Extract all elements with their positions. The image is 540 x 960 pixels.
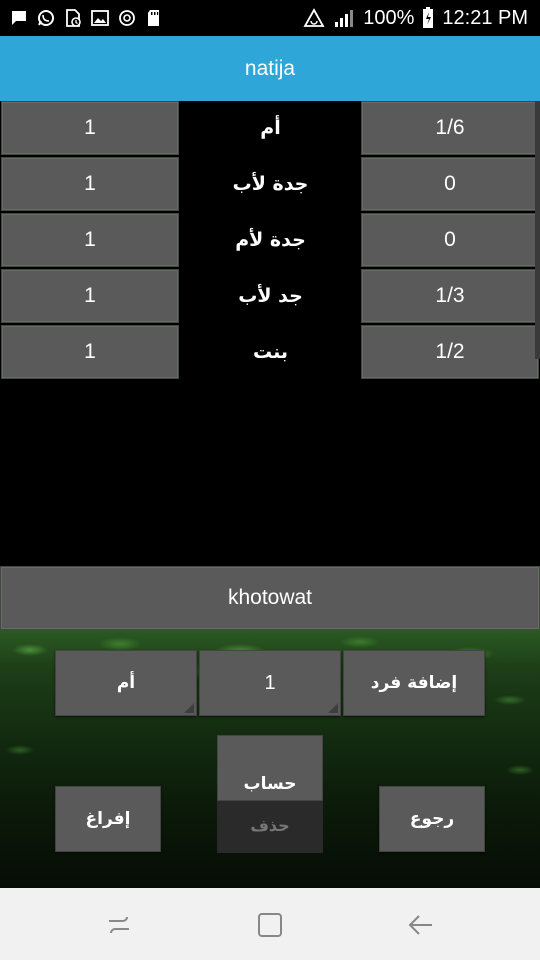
result-row: 1 جدة لأب 0 (0, 157, 540, 211)
title-bar: natija (0, 36, 540, 101)
delete-label: حذف (250, 815, 290, 835)
sd-card-icon (145, 9, 163, 27)
heir-name-label: جد لأب (238, 285, 303, 307)
status-bar-notifications (10, 6, 163, 30)
recent-apps-icon[interactable] (99, 910, 139, 940)
result-row: 1 بنت 1/2 (0, 325, 540, 379)
add-member-button[interactable]: إضافة فرد (343, 650, 485, 716)
scrollbar[interactable] (535, 101, 540, 359)
count-cell[interactable]: 1 (1, 157, 179, 211)
back-button[interactable]: رجوع (379, 786, 485, 852)
count-select[interactable]: 1 (199, 650, 341, 716)
steps-button[interactable]: khotowat (0, 566, 540, 630)
count-cell[interactable]: 1 (1, 101, 179, 155)
heir-name-label: بنت (252, 341, 288, 363)
heir-name-label: أم (260, 117, 281, 139)
home-icon[interactable] (250, 910, 290, 940)
calc-delete-group: حذف حساب (217, 735, 323, 853)
sync-icon (118, 9, 136, 27)
status-bar-system: 100% 12:21 PM (303, 4, 528, 32)
count-cell[interactable]: 1 (1, 325, 179, 379)
result-row: 1 جدة لأم 0 (0, 213, 540, 267)
whatsapp-icon (37, 9, 55, 27)
result-row: 1 أم 1/6 (0, 101, 540, 155)
share-cell[interactable]: 1/6 (361, 101, 539, 155)
share-cell[interactable]: 1/2 (361, 325, 539, 379)
dropdown-arrow-icon (328, 703, 338, 713)
back-label: رجوع (409, 809, 455, 829)
page-title: natija (244, 56, 296, 80)
data-saver-icon (303, 8, 325, 28)
share-cell[interactable]: 0 (361, 157, 539, 211)
dropdown-arrow-icon (184, 703, 194, 713)
back-icon[interactable] (401, 910, 441, 940)
heir-select[interactable]: أم (55, 650, 197, 716)
message-icon (10, 9, 28, 27)
count-cell[interactable]: 1 (1, 269, 179, 323)
battery-icon (422, 7, 434, 29)
calculate-label: حساب (243, 774, 297, 794)
clear-label: إفراغ (85, 809, 131, 829)
sim-card-alert-icon (64, 9, 82, 27)
image-icon (91, 9, 109, 27)
heir-name-label: جدة لأب (232, 173, 309, 195)
count-select-value: 1 (264, 671, 276, 694)
share-cell[interactable]: 0 (361, 213, 539, 267)
count-cell[interactable]: 1 (1, 213, 179, 267)
heir-select-value: أم (116, 673, 136, 693)
steps-button-label: khotowat (227, 586, 313, 609)
add-member-label: إضافة فرد (370, 673, 458, 693)
share-cell[interactable]: 1/3 (361, 269, 539, 323)
status-bar: 100% 12:21 PM (0, 0, 540, 36)
signal-icon (333, 8, 355, 28)
clock: 12:21 PM (442, 6, 528, 29)
calculate-button[interactable]: حساب (217, 735, 323, 801)
clear-button[interactable]: إفراغ (55, 786, 161, 852)
result-row: 1 جد لأب 1/3 (0, 269, 540, 323)
battery-percent: 100% (363, 6, 415, 29)
heir-name-label: جدة لأم (235, 229, 306, 251)
navigation-bar (0, 888, 540, 960)
